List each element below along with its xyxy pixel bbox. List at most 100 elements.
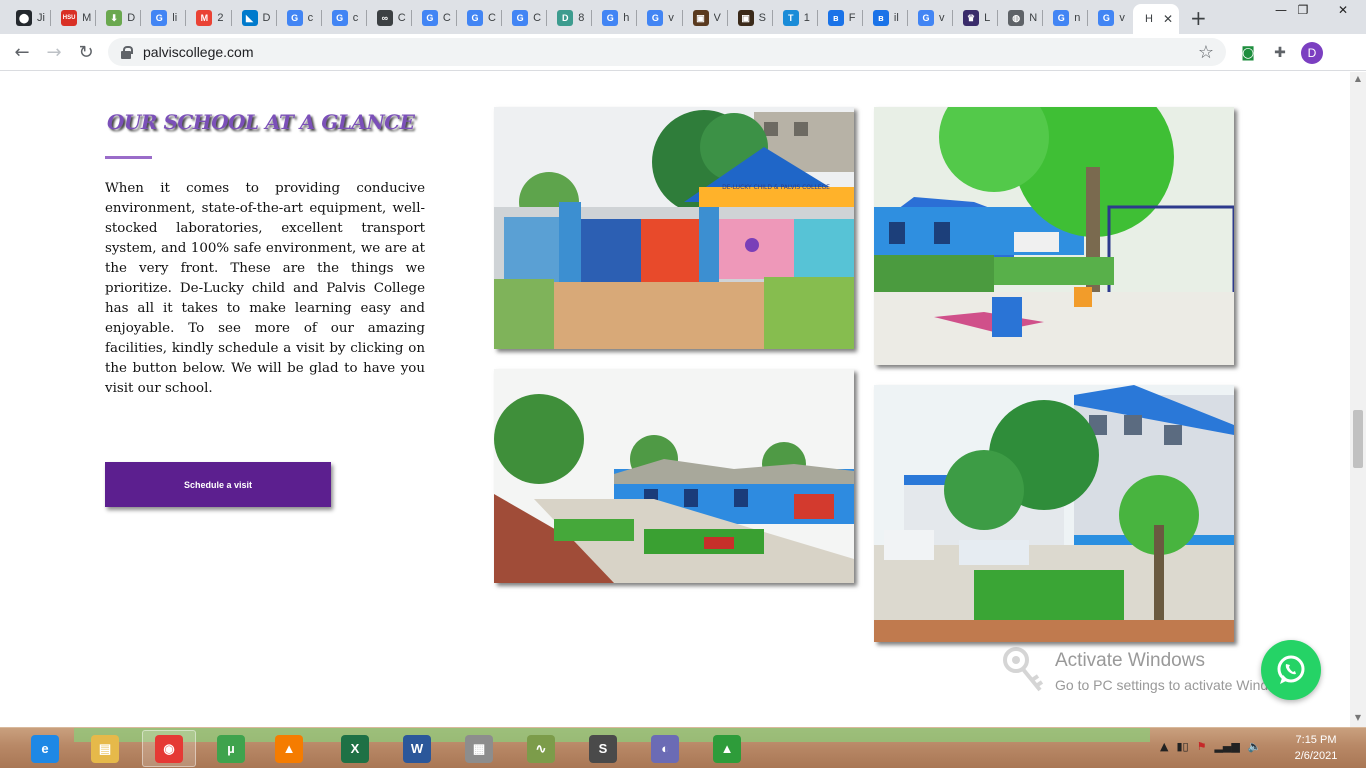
campus-overview-photo	[494, 369, 854, 583]
taskbar-app-0[interactable]: e	[18, 730, 72, 767]
google-icon: G	[918, 10, 934, 26]
tab-1[interactable]: HSU M	[53, 6, 92, 30]
tab-21[interactable]: ♛ L	[955, 6, 994, 30]
tab-19[interactable]: ʙ il	[865, 6, 904, 30]
profile-avatar[interactable]: D	[1301, 42, 1323, 64]
tab-separator	[410, 10, 412, 26]
taskbar-app-2[interactable]: ◉	[142, 730, 196, 767]
tab-separator	[50, 10, 52, 26]
tab-14[interactable]: Gv	[639, 6, 678, 30]
tab-18[interactable]: ʙF	[820, 6, 859, 30]
tab-23[interactable]: Gn	[1045, 6, 1084, 30]
tab-separator	[726, 10, 728, 26]
google-icon: G	[331, 10, 348, 26]
tab-separator	[681, 10, 683, 26]
tab-title: C	[442, 12, 451, 24]
close-tab-icon[interactable]: ✕	[1163, 12, 1173, 26]
tab-5[interactable]: ◣ D	[234, 6, 273, 30]
tab-8[interactable]: ∞ C	[369, 6, 408, 30]
gmail-icon: M	[196, 10, 213, 26]
taskbar-app-8[interactable]: ∿	[514, 730, 568, 767]
taskbar-clock[interactable]: 7:15 PM 2/6/2021	[1284, 732, 1348, 764]
github-icon: ⬤	[16, 10, 32, 26]
tab-13[interactable]: Gh	[594, 6, 633, 30]
back-arrow-icon[interactable]: ←	[12, 42, 32, 63]
tab-title: 8	[578, 12, 585, 24]
tab-2[interactable]: ⬇ D	[98, 6, 137, 30]
vscode-icon: ◣	[241, 10, 258, 26]
tray-device-icon[interactable]: ▮▯	[1176, 740, 1188, 753]
tab-22[interactable]: ◍ N	[1000, 6, 1039, 30]
globe-icon: ◍	[1008, 10, 1025, 26]
taskbar-app-1[interactable]: ▤	[78, 730, 132, 767]
tab-10[interactable]: GC	[459, 6, 498, 30]
window-close-button[interactable]: ✕	[1320, 0, 1366, 20]
page-scrollbar[interactable]: ▲ ▼	[1350, 72, 1366, 727]
activate-windows-watermark: Activate Windows Go to PC settings to ac…	[1002, 646, 1302, 696]
playground-photo	[874, 107, 1234, 365]
tab-separator	[636, 10, 638, 26]
b-icon: ʙ	[872, 10, 889, 26]
bookmark-star-icon[interactable]: ☆	[1198, 42, 1214, 63]
t-icon: T	[782, 10, 799, 26]
tab-separator	[546, 10, 548, 26]
scrollbar-thumb[interactable]	[1353, 410, 1363, 468]
tab-4[interactable]: M2	[188, 6, 227, 30]
tab-title: v	[1119, 12, 1125, 24]
tab-6[interactable]: Gc	[279, 6, 318, 30]
tab-title: C	[533, 12, 542, 24]
tab-title: V	[713, 12, 721, 24]
tab-separator	[816, 10, 818, 26]
tab-title: il	[893, 12, 899, 24]
network-signal-icon[interactable]: ▂▄▆	[1214, 740, 1239, 753]
tab-17[interactable]: T1	[775, 6, 814, 30]
taskbar-app-9[interactable]: S	[576, 730, 630, 767]
tab-title: N	[1029, 12, 1038, 24]
tab-24[interactable]: Gv	[1090, 6, 1129, 30]
graph-editor-icon: ∿	[527, 734, 555, 763]
taskbar-app-5[interactable]: X	[328, 730, 382, 767]
tray-flag-icon[interactable]: ⚑	[1197, 740, 1207, 753]
tab-7[interactable]: Gc	[324, 6, 363, 30]
heading-underline	[105, 156, 152, 159]
tab-16[interactable]: ▣ S	[730, 6, 769, 30]
tab-15[interactable]: ▣ V	[685, 6, 724, 30]
taskbar-app-10[interactable]: ◐	[638, 730, 692, 767]
taskbar-app-11[interactable]: ▲	[700, 730, 754, 767]
scroll-up-arrow-icon[interactable]: ▲	[1350, 74, 1366, 86]
address-bar[interactable]: palviscollege.com ☆	[108, 38, 1226, 66]
photo-icon: ▣	[737, 10, 754, 26]
lock-icon[interactable]	[121, 45, 133, 59]
tab-0[interactable]: ⬤ Ji	[8, 6, 47, 30]
tab-title: n	[1074, 12, 1081, 24]
extension-icon[interactable]: ◙	[1238, 43, 1258, 63]
tab-separator	[591, 10, 593, 26]
tab-11[interactable]: GC	[504, 6, 543, 30]
tab-active[interactable]: H ✕	[1133, 4, 1179, 34]
file-explorer-icon: ▤	[91, 734, 119, 763]
google-icon: G	[421, 10, 438, 26]
reload-icon[interactable]: ↻	[76, 42, 96, 63]
scroll-down-arrow-icon[interactable]: ▼	[1350, 713, 1366, 725]
puzzle-extensions-icon[interactable]: ✚	[1270, 43, 1290, 63]
volume-icon[interactable]: 🔈	[1248, 740, 1262, 753]
tab-title: D	[127, 12, 136, 24]
schedule-visit-button[interactable]: Schedule a visit	[105, 462, 331, 507]
taskbar-app-3[interactable]: µ	[204, 730, 258, 767]
tab-9[interactable]: GC	[414, 6, 453, 30]
taskbar-app-7[interactable]: ▦	[452, 730, 506, 767]
browser-tab-strip: Gv Gn ◍ N ♛ L Gv ʙ il ʙ F T 1 ▣ S ▣ V Gv Gh D 8 G C G C G C ∞ C Gc Gc ◣…	[0, 0, 1366, 34]
page-content: OUR SCHOOL AT A GLANCE When it comes to …	[0, 72, 1350, 727]
whatsapp-chat-button[interactable]	[1261, 640, 1321, 700]
tab-separator	[771, 10, 773, 26]
new-tab-button[interactable]: +	[1190, 6, 1207, 30]
tab-12[interactable]: D8	[549, 6, 588, 30]
forward-arrow-icon[interactable]: →	[44, 42, 64, 63]
tab-3[interactable]: Gli	[143, 6, 182, 30]
tab-20[interactable]: Gv	[910, 6, 949, 30]
google-icon: G	[286, 10, 303, 26]
tray-expand-icon[interactable]: ▲	[1160, 740, 1168, 753]
taskbar-app-4[interactable]: ▲	[262, 730, 316, 767]
taskbar-app-6[interactable]: W	[390, 730, 444, 767]
tab-separator	[997, 10, 999, 26]
